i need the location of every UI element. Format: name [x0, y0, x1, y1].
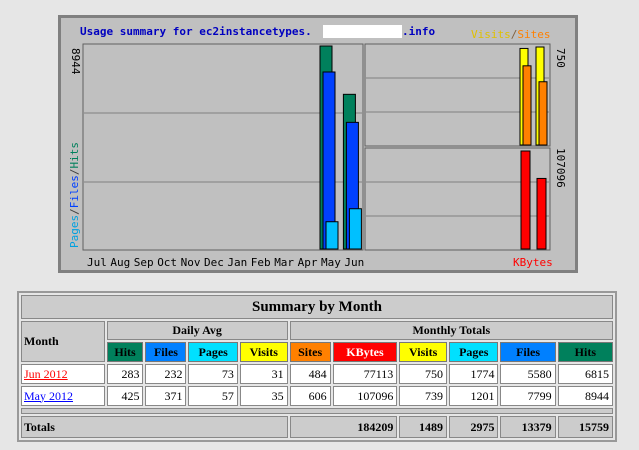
month-cell: Jun 2012	[21, 364, 105, 384]
daily-value-cell: 57	[188, 386, 238, 406]
chart-title-suffix: .info	[402, 25, 435, 38]
month-label: Nov	[181, 256, 201, 269]
monthly-value-cell: 606	[289, 386, 331, 406]
table-row: Jun 2012 283 232 73 31 484 77113 750 1774 5580 681…	[21, 364, 613, 384]
daily-value-cell: 35	[239, 386, 288, 406]
summary-by-month-table: Summary by Month Month Daily Avg Monthly…	[17, 291, 617, 442]
monthly-value-cell: 739	[399, 386, 448, 406]
monthly-value-cell: 7799	[500, 386, 556, 406]
daily-col-files: Files	[145, 342, 187, 362]
monthly-col-pages: Pages	[449, 342, 499, 362]
month-label: Feb	[251, 256, 271, 269]
monthly-col-hits: Hits	[557, 342, 613, 362]
month-label: Jan	[227, 256, 247, 269]
monthly-value-cell: 77113	[332, 364, 398, 384]
kbytes-label: KBytes	[513, 256, 553, 269]
month-link[interactable]: May 2012	[24, 389, 73, 403]
daily-value-cell: 425	[106, 386, 144, 406]
monthly-value-cell: 8944	[557, 386, 613, 406]
pages-bar	[348, 208, 362, 250]
daily-value-cell: 73	[188, 364, 238, 384]
daily-col-pages: Pages	[188, 342, 238, 362]
daily-col-hits: Hits	[106, 342, 144, 362]
month-label: Jun	[344, 256, 364, 269]
month-header: Month	[21, 321, 105, 362]
daily-avg-header: Daily Avg	[106, 321, 288, 340]
totals-value-cell: 13379	[500, 416, 556, 438]
totals-value-cell: 184209	[289, 416, 398, 438]
monthly-value-cell: 750	[399, 364, 448, 384]
monthly-value-cell: 5580	[500, 364, 556, 384]
table-spacer	[21, 408, 613, 414]
daily-col-visits: Visits	[239, 342, 288, 362]
daily-value-cell: 232	[145, 364, 187, 384]
monthly-value-cell: 1201	[449, 386, 499, 406]
kbytes-bar	[520, 150, 531, 250]
month-label: Sep	[134, 256, 154, 269]
pages-bar	[325, 221, 339, 250]
month-label: Jul	[87, 256, 107, 269]
daily-value-cell: 371	[145, 386, 187, 406]
redacted-domain-block	[323, 25, 402, 38]
totals-value-cell: 2975	[449, 416, 499, 438]
table-title: Summary by Month	[21, 295, 613, 319]
totals-value-cell: 15759	[557, 416, 613, 438]
visits-axis-max: 750	[554, 48, 567, 68]
monthly-value-cell: 1774	[449, 364, 499, 384]
legend-visits-sites: Visits/Sites	[471, 28, 551, 41]
sites-bar	[522, 65, 532, 146]
monthly-value-cell: 484	[289, 364, 331, 384]
kbytes-axis-max: 107096	[554, 148, 567, 188]
table-row: May 2012 425 371 57 35 606 107096 739 1201 7799 89…	[21, 386, 613, 406]
daily-value-cell: 283	[106, 364, 144, 384]
kbytes-bar	[536, 177, 547, 250]
left-axis-max: 8944	[69, 48, 82, 75]
totals-value-cell: 1489	[399, 416, 448, 438]
month-label: Aug	[110, 256, 130, 269]
totals-label: Totals	[21, 416, 288, 438]
month-label: Oct	[157, 256, 177, 269]
monthly-totals-header: Monthly Totals	[289, 321, 613, 340]
usage-chart: Usage summary for ec2instancetypes. .inf…	[0, 0, 639, 285]
monthly-value-cell: 6815	[557, 364, 613, 384]
month-link[interactable]: Jun 2012	[24, 367, 68, 381]
month-label: May	[321, 256, 341, 269]
monthly-col-visits: Visits	[399, 342, 448, 362]
monthly-col-sites: Sites	[289, 342, 331, 362]
month-label: Apr	[298, 256, 318, 269]
daily-value-cell: 31	[239, 364, 288, 384]
sites-bar	[538, 81, 548, 146]
monthly-value-cell: 107096	[332, 386, 398, 406]
month-label: Mar	[274, 256, 294, 269]
left-axis-label: Pages/Files/Hits	[68, 142, 81, 248]
monthly-col-files: Files	[500, 342, 556, 362]
chart-title: Usage summary for ec2instancetypes.	[80, 25, 312, 38]
monthly-col-kbytes: KBytes	[332, 342, 398, 362]
month-label: Dec	[204, 256, 224, 269]
month-cell: May 2012	[21, 386, 105, 406]
